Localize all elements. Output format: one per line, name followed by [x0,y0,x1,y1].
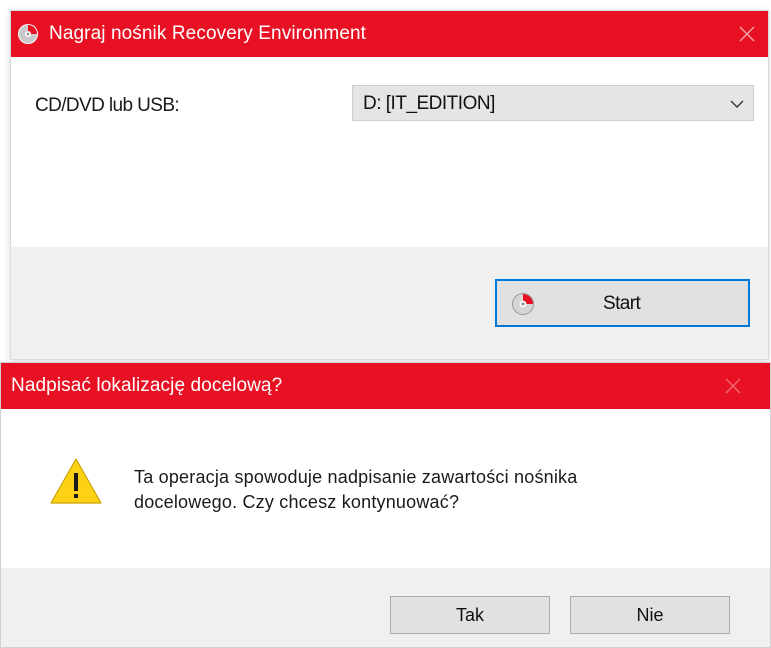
start-button-label: Start [603,293,641,314]
confirm-dialog-footer: Tak Nie [1,568,770,647]
media-label: CD/DVD lub USB: [35,95,180,116]
confirm-message-line-2: docelowego. Czy chcesz kontynuować? [134,492,460,512]
media-select-value: D: [IT_EDITION] [363,93,495,114]
overwrite-confirm-dialog: Nadpisać lokalizację docelową? Ta operac… [0,362,771,648]
yes-button[interactable]: Tak [390,596,550,634]
recovery-dialog-body: CD/DVD lub USB: D: [IT_EDITION] [11,57,768,247]
recovery-disc-icon [18,24,38,44]
close-icon[interactable] [718,371,748,401]
warning-icon [50,458,102,504]
start-button[interactable]: Start [495,279,750,327]
recovery-dialog-title: Nagraj nośnik Recovery Environment [49,23,367,44]
confirm-message: Ta operacja spowoduje nadpisanie zawarto… [134,465,734,515]
recovery-disc-icon [512,293,534,315]
chevron-down-icon[interactable] [729,96,745,112]
media-select[interactable]: D: [IT_EDITION] [352,85,754,121]
close-icon[interactable] [732,19,762,49]
confirm-dialog-title: Nadpisać lokalizację docelową? [11,375,283,396]
confirm-dialog-titlebar[interactable]: Nadpisać lokalizację docelową? [1,363,770,409]
recovery-dialog-titlebar[interactable]: Nagraj nośnik Recovery Environment [11,11,768,57]
confirm-message-line-1: Ta operacja spowoduje nadpisanie zawarto… [134,467,578,487]
recovery-dialog-footer: Start [11,247,768,359]
recovery-media-dialog: Nagraj nośnik Recovery Environment CD/DV… [10,10,769,360]
no-button[interactable]: Nie [570,596,730,634]
